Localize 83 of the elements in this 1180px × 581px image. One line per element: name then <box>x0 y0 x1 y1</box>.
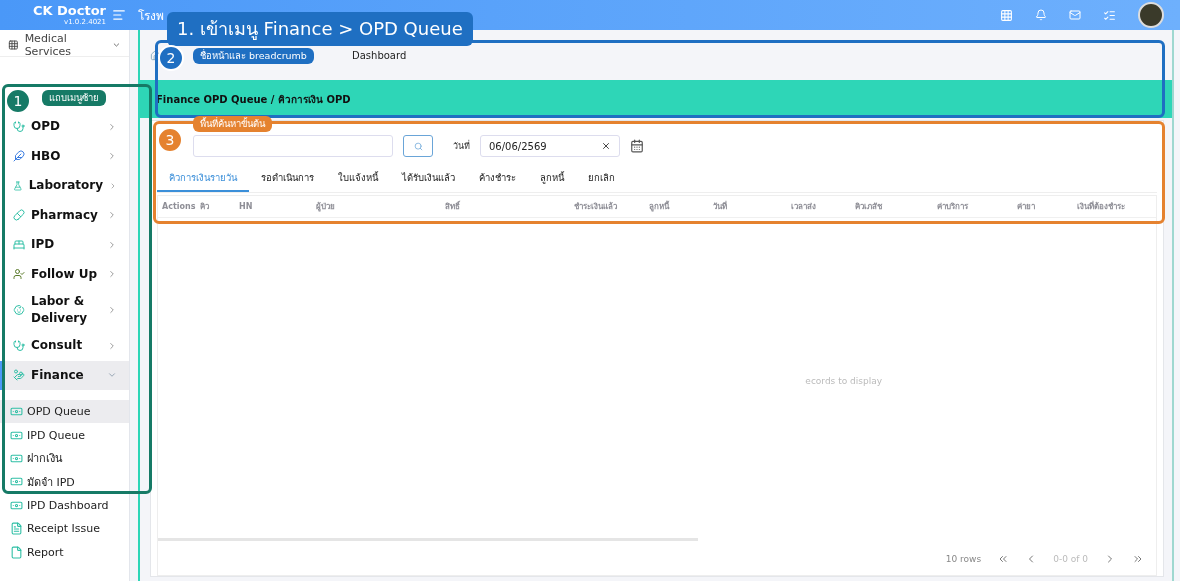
menu-item-icon <box>13 369 25 382</box>
menu-item-icon <box>13 179 23 192</box>
column-header: คิว <box>200 201 210 213</box>
column-header: สิทธิ์ <box>445 200 461 213</box>
tab[interactable]: ค้างชำระ <box>467 165 528 192</box>
column-header: เงินที่ต้องชำระ <box>1077 200 1126 213</box>
annotation-number: 2 <box>158 45 184 71</box>
tab[interactable]: ใบแจ้งหนี้ <box>326 165 390 192</box>
sidebar-item[interactable]: Follow Up <box>0 259 129 289</box>
chevron-right-icon <box>107 305 117 315</box>
breadcrumb-link[interactable]: Dashboard <box>352 49 407 61</box>
sidebar-item[interactable]: IPD <box>0 230 129 260</box>
column-header: คิวเภสัช <box>855 201 883 213</box>
menu-item-icon <box>13 120 25 133</box>
tab[interactable]: ยกเลิก <box>576 165 627 192</box>
date-label: วันที่ <box>453 139 470 153</box>
submenu-item[interactable]: Receipt Issue <box>0 516 129 541</box>
submenu-icon <box>10 522 23 536</box>
module-selector[interactable]: Medical Services <box>0 33 129 57</box>
column-header: ลูกหนี้ <box>649 200 671 213</box>
avatar[interactable] <box>1138 2 1164 28</box>
sidebar-item[interactable]: Labor & Delivery <box>0 289 129 331</box>
column-header: Actions <box>162 202 197 211</box>
chevron-right-icon <box>107 121 117 132</box>
submenu-icon <box>10 545 23 559</box>
sidebar-item[interactable]: Pharmacy <box>0 200 129 230</box>
tab[interactable]: คิวการเงินรายวัน <box>157 165 249 192</box>
calendar-icon[interactable] <box>630 139 644 153</box>
chevron-right-icon <box>107 239 117 250</box>
tab[interactable]: ลูกหนี้ <box>528 165 576 192</box>
chevron-right-icon <box>107 340 117 351</box>
menu-item-icon <box>13 238 25 251</box>
menu-icon[interactable] <box>112 8 126 22</box>
submenu-item[interactable]: Report <box>0 540 129 564</box>
mail-icon[interactable] <box>1069 9 1081 21</box>
chevron-right-icon <box>107 269 117 280</box>
tab[interactable]: รอดำเนินการ <box>249 165 326 192</box>
last-page-icon <box>1132 553 1144 565</box>
last-page-button[interactable] <box>1132 553 1144 565</box>
submenu-item[interactable]: IPD Queue <box>0 423 129 447</box>
tab[interactable]: ได้รับเงินแล้ว <box>390 165 467 192</box>
annotation-label: แถบเมนูซ้าย <box>42 90 106 106</box>
clear-icon[interactable] <box>601 141 611 151</box>
date-field[interactable]: 06/06/2569 <box>480 135 620 157</box>
sidebar-item[interactable]: OPD <box>0 112 129 142</box>
apps-icon[interactable] <box>1000 8 1013 22</box>
brand-name: CK Doctor <box>32 4 106 18</box>
menu-item-icon <box>13 150 25 163</box>
bell-icon[interactable] <box>1035 9 1047 21</box>
hospital-name: โรงพ <box>138 7 164 25</box>
chevron-right-icon <box>107 151 117 162</box>
search-button[interactable] <box>403 135 433 157</box>
submenu-item[interactable]: IPD Dashboard <box>0 493 129 517</box>
sidebar-item[interactable]: HBO <box>0 141 129 171</box>
column-header: ค่าบริการ <box>937 201 969 213</box>
column-header: HN <box>239 202 254 211</box>
menu-item-icon <box>13 339 25 352</box>
menu-item-icon <box>13 268 25 281</box>
column-header: ค่ายา <box>1017 201 1036 213</box>
menu-item-icon <box>13 209 25 222</box>
search-icon <box>413 141 423 151</box>
annotation-label: ชื่อหน้าและ breadcrumb <box>193 48 314 64</box>
column-header: วันที่ <box>713 200 728 213</box>
submenu-item[interactable]: OPD Queue <box>0 400 129 424</box>
grid-icon <box>8 38 19 51</box>
column-header: ชำระเงินแล้ว <box>574 201 618 213</box>
first-page-icon <box>997 553 1010 565</box>
sidebar-item[interactable]: Consult <box>0 331 129 361</box>
column-header: ผู้ป่วย <box>316 201 336 213</box>
column-header: เวลาส่ง <box>791 201 817 213</box>
search-field[interactable] <box>193 135 393 157</box>
checklist-icon[interactable] <box>1103 8 1116 22</box>
menu-item-icon <box>13 304 25 316</box>
chevron-right-icon <box>107 210 117 221</box>
annotation-label: พื้นที่ค้นหาขั้นต้น <box>193 116 272 132</box>
rows-per-page[interactable]: 10 rows <box>945 554 982 564</box>
submenu-item[interactable]: ฝากเงิน <box>0 446 129 471</box>
sidebar-item[interactable]: Finance <box>0 360 129 390</box>
page-range: 0-0 of 0 <box>1053 554 1088 564</box>
sidebar-item[interactable]: Laboratory <box>0 171 129 201</box>
empty-message: ecords to display <box>805 376 882 386</box>
first-page-button[interactable] <box>997 553 1010 565</box>
submenu-item[interactable]: มัดจำ IPD <box>0 470 129 494</box>
